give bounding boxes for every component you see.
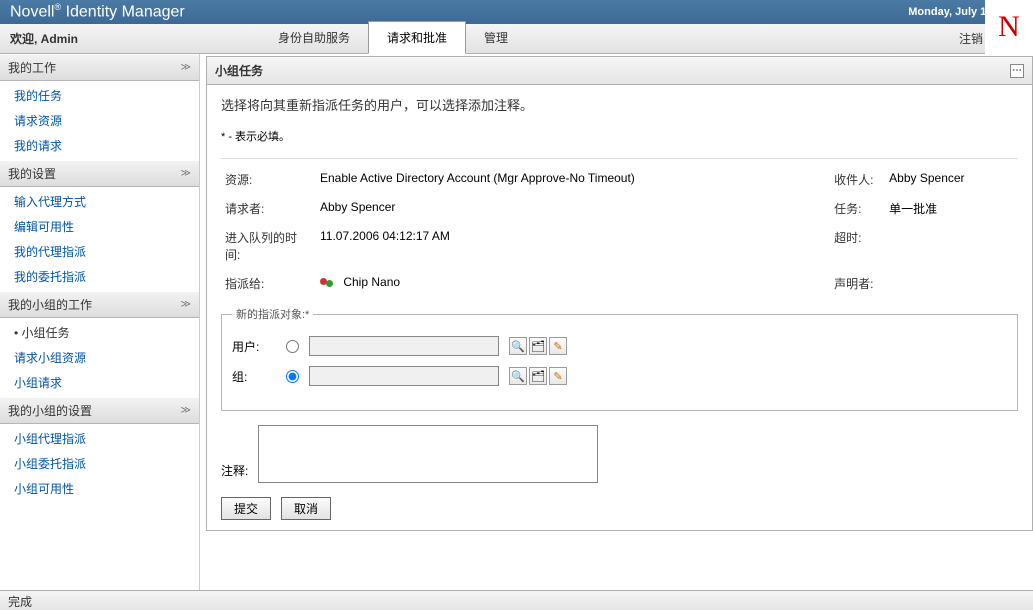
panel: 小组任务 ⋯ 选择将向其重新指派任务的用户，可以选择添加注释。 * - 表示必填… xyxy=(206,56,1033,531)
sidebar-item-team-requests[interactable]: 小组请求 xyxy=(0,370,199,395)
group-input[interactable] xyxy=(309,366,499,386)
sidebar-item-team-tasks[interactable]: 小组任务 xyxy=(0,320,199,345)
logout-link[interactable]: 注销 xyxy=(959,30,983,47)
people-icon xyxy=(320,276,336,290)
sidebar-item-team-delegate-assign[interactable]: 小组委托指派 xyxy=(0,451,199,476)
nav-tabs: 身份自助服务 请求和批准 管理 xyxy=(240,24,959,53)
app-title: Novell® Identity Manager xyxy=(10,2,185,21)
sidebar-item-request-resource[interactable]: 请求资源 xyxy=(0,108,199,133)
radio-user[interactable] xyxy=(286,340,299,353)
welcome-text: 欢迎, Admin xyxy=(0,24,240,53)
panel-title: 小组任务 xyxy=(215,62,263,79)
resource-value: Enable Active Directory Account (Mgr App… xyxy=(316,165,830,194)
secondary-bar: 欢迎, Admin 身份自助服务 请求和批准 管理 注销 帮助 xyxy=(0,24,1033,54)
assignedto-label: 指派给: xyxy=(221,269,316,298)
content-area: 小组任务 ⋯ 选择将向其重新指派任务的用户，可以选择添加注释。 * - 表示必填… xyxy=(200,54,1033,590)
assignedto-text: Chip Nano xyxy=(343,275,400,289)
clear-icon[interactable]: ✎ xyxy=(549,367,567,385)
sidebar-item-my-proxy-assign[interactable]: 我的代理指派 xyxy=(0,239,199,264)
tab-self-service[interactable]: 身份自助服务 xyxy=(260,22,368,53)
header-bar: Novell® Identity Manager Monday, July 10… xyxy=(0,0,1033,24)
sidebar-item-team-request-resource[interactable]: 请求小组资源 xyxy=(0,345,199,370)
title-prefix: Novell xyxy=(10,4,54,21)
sidebar-group-label: 我的小组的设置 xyxy=(8,402,92,419)
sidebar-item-my-tasks[interactable]: 我的任务 xyxy=(0,83,199,108)
clear-icon[interactable]: ✎ xyxy=(549,337,567,355)
lookup-icon[interactable]: 🔍 xyxy=(509,367,527,385)
assignedto-value: Chip Nano xyxy=(316,269,830,298)
recipient-value: Abby Spencer xyxy=(885,165,1018,194)
timeout-value xyxy=(885,223,1018,269)
reassign-fieldset: 新的指派对象:* 用户: 🔍 🗂 ✎ 组: xyxy=(221,306,1018,411)
sidebar-group-team-settings[interactable]: 我的小组的设置 ≫ xyxy=(0,397,199,424)
chevron-icon: ≫ xyxy=(181,405,191,416)
sidebar-group-label: 我的小组的工作 xyxy=(8,296,92,313)
sidebar-item-team-availability[interactable]: 小组可用性 xyxy=(0,476,199,501)
sidebar-item-my-delegate-assign[interactable]: 我的委托指派 xyxy=(0,264,199,289)
panel-options-icon[interactable]: ⋯ xyxy=(1010,64,1024,78)
chevron-icon: ≫ xyxy=(181,168,191,179)
sidebar-group-my-settings[interactable]: 我的设置 ≫ xyxy=(0,160,199,187)
logo: N xyxy=(985,0,1033,54)
submit-button[interactable]: 提交 xyxy=(221,497,271,520)
tab-requests-approvals[interactable]: 请求和批准 xyxy=(368,21,466,54)
history-icon[interactable]: 🗂 xyxy=(529,337,547,355)
task-label: 任务: xyxy=(830,194,885,223)
queued-value: 11.07.2006 04:12:17 AM xyxy=(316,223,830,269)
chevron-icon: ≫ xyxy=(181,299,191,310)
status-bar: 完成 xyxy=(0,590,1033,610)
radio-group[interactable] xyxy=(286,370,299,383)
comment-textarea[interactable] xyxy=(258,425,598,483)
info-table: 资源: Enable Active Directory Account (Mgr… xyxy=(221,165,1018,298)
instruction-text: 选择将向其重新指派任务的用户，可以选择添加注释。 xyxy=(221,95,1018,114)
queued-label: 进入队列的时间: xyxy=(221,223,316,269)
timeout-label: 超时: xyxy=(830,223,885,269)
lookup-icon[interactable]: 🔍 xyxy=(509,337,527,355)
claimer-value xyxy=(885,269,1018,298)
requester-label: 请求者: xyxy=(221,194,316,223)
resource-label: 资源: xyxy=(221,165,316,194)
sidebar-group-my-work[interactable]: 我的工作 ≫ xyxy=(0,54,199,81)
sidebar-group-label: 我的设置 xyxy=(8,165,56,182)
radio-group-label: 组: xyxy=(232,368,276,385)
divider xyxy=(221,158,1018,159)
title-suffix: Identity Manager xyxy=(66,4,185,21)
sidebar-item-edit-availability[interactable]: 编辑可用性 xyxy=(0,214,199,239)
sidebar-group-label: 我的工作 xyxy=(8,59,56,76)
fieldset-legend: 新的指派对象:* xyxy=(232,306,313,322)
required-note: * - 表示必填。 xyxy=(221,128,1018,144)
recipient-label: 收件人: xyxy=(830,165,885,194)
sidebar: 我的工作 ≫ 我的任务 请求资源 我的请求 我的设置 ≫ 输入代理方式 编辑可用… xyxy=(0,54,200,590)
sidebar-item-my-requests[interactable]: 我的请求 xyxy=(0,133,199,158)
radio-user-label: 用户: xyxy=(232,338,276,355)
comment-label: 注释: xyxy=(221,462,248,483)
panel-header: 小组任务 ⋯ xyxy=(207,57,1032,85)
history-icon[interactable]: 🗂 xyxy=(529,367,547,385)
sidebar-group-team-work[interactable]: 我的小组的工作 ≫ xyxy=(0,291,199,318)
cancel-button[interactable]: 取消 xyxy=(281,497,331,520)
requester-value: Abby Spencer xyxy=(316,194,830,223)
tab-admin[interactable]: 管理 xyxy=(466,22,526,53)
chevron-icon: ≫ xyxy=(181,62,191,73)
task-value: 单一批准 xyxy=(885,194,1018,223)
logo-n-icon: N xyxy=(998,10,1020,44)
user-input[interactable] xyxy=(309,336,499,356)
sidebar-item-team-proxy-assign[interactable]: 小组代理指派 xyxy=(0,426,199,451)
sidebar-item-proxy-mode[interactable]: 输入代理方式 xyxy=(0,189,199,214)
registered-mark: ® xyxy=(54,2,61,12)
claimer-label: 声明者: xyxy=(830,269,885,298)
